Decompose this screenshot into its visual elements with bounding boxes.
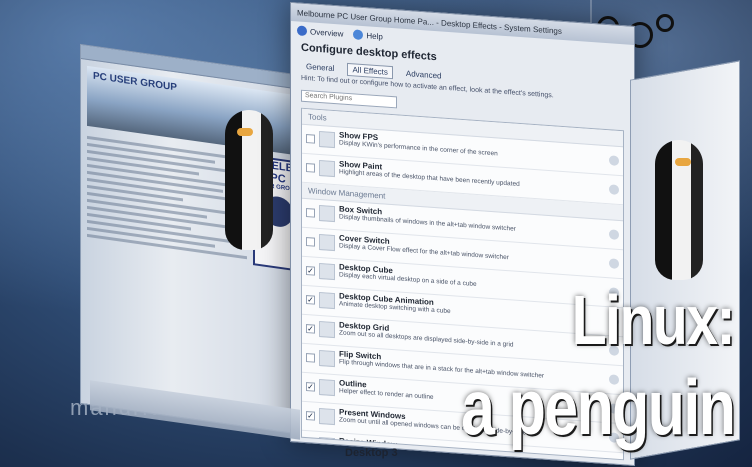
info-icon[interactable]	[609, 183, 619, 195]
effect-checkbox[interactable]: ✓	[306, 265, 315, 276]
effect-checkbox[interactable]	[306, 352, 315, 363]
configure-icon[interactable]	[609, 228, 619, 240]
ring-icon	[656, 14, 674, 32]
effect-icon	[319, 291, 335, 309]
desktop-name-label: Desktop 3	[345, 447, 398, 459]
headline-line-2: a penguin	[460, 363, 736, 451]
effect-icon	[319, 130, 335, 148]
effect-checkbox[interactable]	[306, 133, 315, 144]
tab-general[interactable]: General	[301, 60, 339, 76]
overview-button[interactable]: Overview	[297, 25, 343, 38]
headline-line-1: Linux:	[571, 281, 736, 359]
help-icon	[353, 29, 364, 41]
search-plugins-input[interactable]	[301, 89, 397, 108]
banner-text: PC USER GROUP	[93, 70, 177, 94]
help-button[interactable]: Help	[353, 29, 383, 41]
penguin-image	[655, 140, 703, 280]
effect-checkbox[interactable]	[306, 236, 315, 247]
back-arrow-icon	[297, 25, 307, 37]
desktop-background: mandriva PC USER GROUP MELB PC USER GROU…	[0, 0, 752, 467]
effect-checkbox[interactable]: ✓	[306, 381, 315, 392]
configure-icon[interactable]	[609, 257, 619, 269]
effect-icon	[319, 204, 335, 222]
effect-checkbox[interactable]	[306, 162, 315, 173]
effect-icon	[319, 407, 335, 425]
effect-checkbox[interactable]: ✓	[306, 410, 315, 421]
effect-icon	[319, 349, 335, 367]
website-text-block	[87, 132, 247, 264]
effect-icon	[319, 262, 335, 280]
cube-face-browser[interactable]: PC USER GROUP MELB PC USER GROUP	[80, 43, 310, 437]
info-icon[interactable]	[609, 154, 619, 166]
effect-checkbox[interactable]: ✓	[306, 294, 315, 305]
effect-checkbox[interactable]: ✓	[306, 323, 315, 334]
effect-checkbox[interactable]	[306, 207, 315, 218]
effect-icon	[319, 378, 335, 396]
penguin-image	[225, 110, 273, 250]
effect-icon	[319, 320, 335, 338]
effect-icon	[319, 233, 335, 251]
effect-icon	[319, 159, 335, 177]
